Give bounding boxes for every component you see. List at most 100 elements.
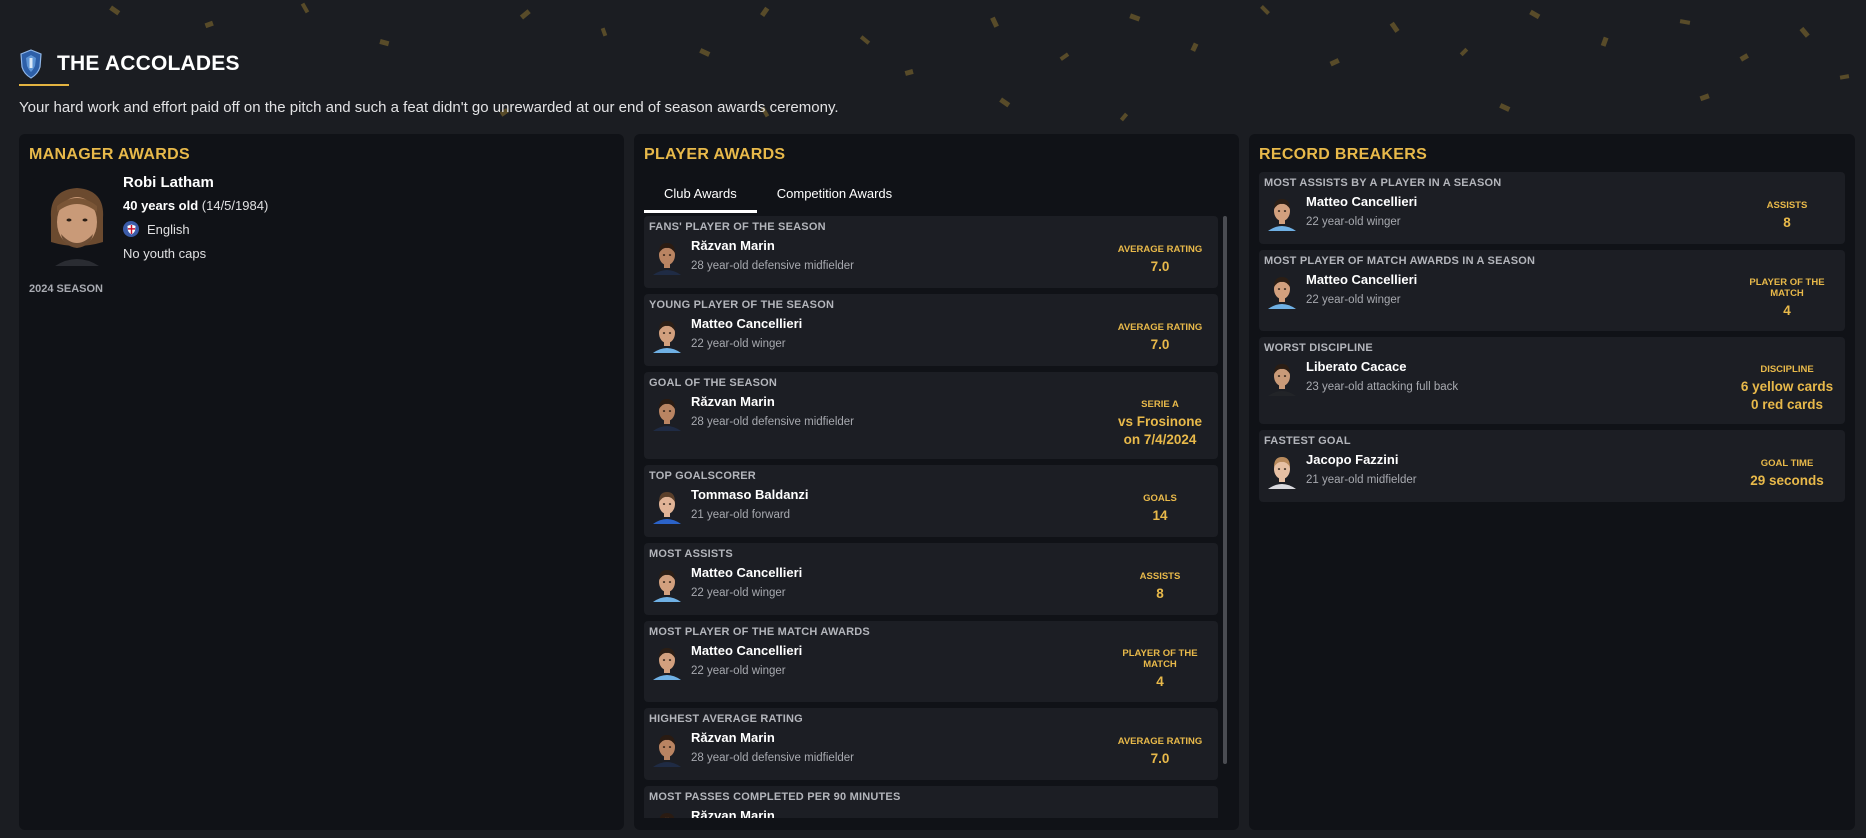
stat-value: 4 (1156, 674, 1164, 689)
player-name[interactable]: Răzvan Marin (691, 730, 775, 745)
stat-value: 6 yellow cards 0 red cards (1740, 379, 1834, 412)
award-card-most-player-of-the-match-awards[interactable]: MOST PLAYER OF THE MATCH AWARDS Matteo Ca… (644, 621, 1218, 702)
player-name[interactable]: Răzvan Marin (691, 808, 775, 818)
award-stat: AVERAGE RATING 7.0 (1110, 322, 1210, 354)
player-name[interactable]: Matteo Cancellieri (691, 316, 802, 331)
award-stat: GOAL TIME 29 seconds (1737, 458, 1837, 490)
player-description: 22 year-old winger (691, 665, 786, 677)
player-name[interactable]: Matteo Cancellieri (1306, 194, 1417, 209)
player-name[interactable]: Răzvan Marin (691, 238, 775, 253)
player-description: 23 year-old attacking full back (1306, 381, 1459, 393)
player-description: 28 year-old defensive midfielder (691, 416, 855, 428)
scrollbar[interactable] (1223, 216, 1227, 764)
tab-club-awards[interactable]: Club Awards (644, 176, 757, 213)
stat-label: AVERAGE RATING (1117, 736, 1203, 747)
player-name[interactable]: Răzvan Marin (691, 394, 775, 409)
club-crest-icon (20, 49, 42, 79)
award-card-most-player-of-match-awards-in-a-season[interactable]: MOST PLAYER OF MATCH AWARDS IN A SEASON M… (1259, 250, 1845, 331)
player-description: 22 year-old winger (691, 587, 786, 599)
award-card-most-assists[interactable]: MOST ASSISTS Matteo Cancellieri 22 year-ol… (644, 543, 1218, 615)
award-card-goal-of-the-season[interactable]: GOAL OF THE SEASON Răzvan Marin 28 year-ol… (644, 372, 1218, 459)
player-avatar (1264, 453, 1300, 489)
award-title: MOST ASSISTS BY A PLAYER IN A SEASON (1264, 177, 1502, 189)
award-card-young-player-of-the-season[interactable]: YOUNG PLAYER OF THE SEASON Matteo Cancell… (644, 294, 1218, 366)
stat-value: 7.0 (1150, 751, 1170, 766)
award-title: TOP GOALSCORER (649, 470, 756, 482)
record-breakers-list: MOST ASSISTS BY A PLAYER IN A SEASON Matt… (1259, 172, 1845, 508)
award-stat: SERIE A vs Frosinone on 7/4/2024 (1110, 399, 1210, 449)
award-stat: GOALS 14 (1110, 493, 1210, 525)
award-card-highest-average-rating[interactable]: HIGHEST AVERAGE RATING Răzvan Marin 28 yea… (644, 708, 1218, 780)
player-description: 21 year-old midfielder (1306, 474, 1417, 486)
award-title: MOST PLAYER OF MATCH AWARDS IN A SEASON (1264, 255, 1536, 267)
player-name[interactable]: Matteo Cancellieri (691, 565, 802, 580)
manager-nationality: English (123, 221, 190, 237)
player-name[interactable]: Tommaso Baldanzi (691, 487, 809, 502)
stat-value: 8 (1156, 586, 1164, 601)
record-breakers-title: RECORD BREAKERS (1259, 146, 1428, 163)
award-card-fastest-goal[interactable]: FASTEST GOAL Jacopo Fazzini 21 year-old mi… (1259, 430, 1845, 502)
stat-value: 29 seconds (1750, 473, 1824, 488)
player-avatar (1264, 195, 1300, 231)
england-flag-icon (123, 221, 139, 237)
award-title: WORST DISCIPLINE (1264, 342, 1373, 354)
stat-label: AVERAGE RATING (1117, 244, 1203, 255)
player-description: 22 year-old winger (1306, 294, 1401, 306)
stat-value: 8 (1783, 215, 1791, 230)
award-card-most-assists-by-a-player-in-a-season[interactable]: MOST ASSISTS BY A PLAYER IN A SEASON Matt… (1259, 172, 1845, 244)
manager-avatar (33, 178, 121, 266)
player-avatar (649, 644, 685, 680)
player-awards-list: FANS' PLAYER OF THE SEASON Răzvan Marin 28… (644, 216, 1218, 818)
tab-competition-awards[interactable]: Competition Awards (757, 176, 912, 210)
manager-awards-title: MANAGER AWARDS (29, 146, 190, 163)
stat-value: vs Frosinone on 7/4/2024 (1117, 414, 1203, 447)
player-description: 22 year-old winger (691, 338, 786, 350)
stat-value: 7.0 (1150, 337, 1170, 352)
manager-age: 40 years old (14/5/1984) (123, 198, 269, 213)
award-card-most-passes-completed-per-90-minutes[interactable]: MOST PASSES COMPLETED PER 90 MINUTES Răzv… (644, 786, 1218, 818)
page-title: THE ACCOLADES (57, 52, 240, 75)
season-label: 2024 SEASON (29, 283, 103, 295)
award-title: HIGHEST AVERAGE RATING (649, 713, 803, 725)
award-stat: AVERAGE RATING 7.0 (1110, 736, 1210, 768)
player-name[interactable]: Matteo Cancellieri (691, 643, 802, 658)
stat-label: ASSISTS (1766, 200, 1808, 211)
stat-label: GOALS (1143, 493, 1177, 504)
award-card-worst-discipline[interactable]: WORST DISCIPLINE Liberato Cacace 23 year-o… (1259, 337, 1845, 424)
intro-text: Your hard work and effort paid off on th… (19, 99, 839, 116)
award-stat: PLAYER OF THE MATCH 4 (1737, 277, 1837, 320)
stat-label: PLAYER OF THE MATCH (1122, 648, 1198, 670)
player-awards-title: PLAYER AWARDS (644, 146, 786, 163)
award-stat: DISCIPLINE 6 yellow cards 0 red cards (1737, 364, 1837, 414)
manager-name[interactable]: Robi Latham (123, 174, 214, 191)
award-card-top-goalscorer[interactable]: TOP GOALSCORER Tommaso Baldanzi 21 year-ol… (644, 465, 1218, 537)
stat-label: PLAYER OF THE MATCH (1749, 277, 1825, 299)
stat-label: SERIE A (1141, 399, 1179, 410)
player-avatar (649, 239, 685, 275)
player-avatar (1264, 273, 1300, 309)
player-avatar (649, 395, 685, 431)
award-title: YOUNG PLAYER OF THE SEASON (649, 299, 835, 311)
manager-awards-panel: MANAGER AWARDS Robi Latham 40 years old … (19, 134, 624, 830)
nationality-label: English (147, 221, 190, 237)
page-header: THE ACCOLADES (19, 44, 240, 84)
player-avatar (649, 731, 685, 767)
player-description: 22 year-old winger (1306, 216, 1401, 228)
stat-label: ASSISTS (1139, 571, 1181, 582)
stat-value: 14 (1152, 508, 1168, 523)
award-card-fans-player-of-the-season[interactable]: FANS' PLAYER OF THE SEASON Răzvan Marin 28… (644, 216, 1218, 288)
award-tabs: Club Awards Competition Awards (644, 176, 912, 213)
player-name[interactable]: Matteo Cancellieri (1306, 272, 1417, 287)
stat-label: AVERAGE RATING (1117, 322, 1203, 333)
player-avatar (649, 566, 685, 602)
player-awards-panel: PLAYER AWARDS Club Awards Competition Aw… (634, 134, 1239, 830)
player-avatar (649, 488, 685, 524)
player-description: 28 year-old defensive midfielder (691, 752, 855, 764)
award-title: FASTEST GOAL (1264, 435, 1351, 447)
player-name[interactable]: Liberato Cacace (1306, 359, 1406, 374)
youth-caps: No youth caps (123, 246, 207, 261)
stat-label: DISCIPLINE (1760, 364, 1814, 375)
player-description: 28 year-old defensive midfielder (691, 260, 855, 272)
player-name[interactable]: Jacopo Fazzini (1306, 452, 1398, 467)
award-title: GOAL OF THE SEASON (649, 377, 778, 389)
